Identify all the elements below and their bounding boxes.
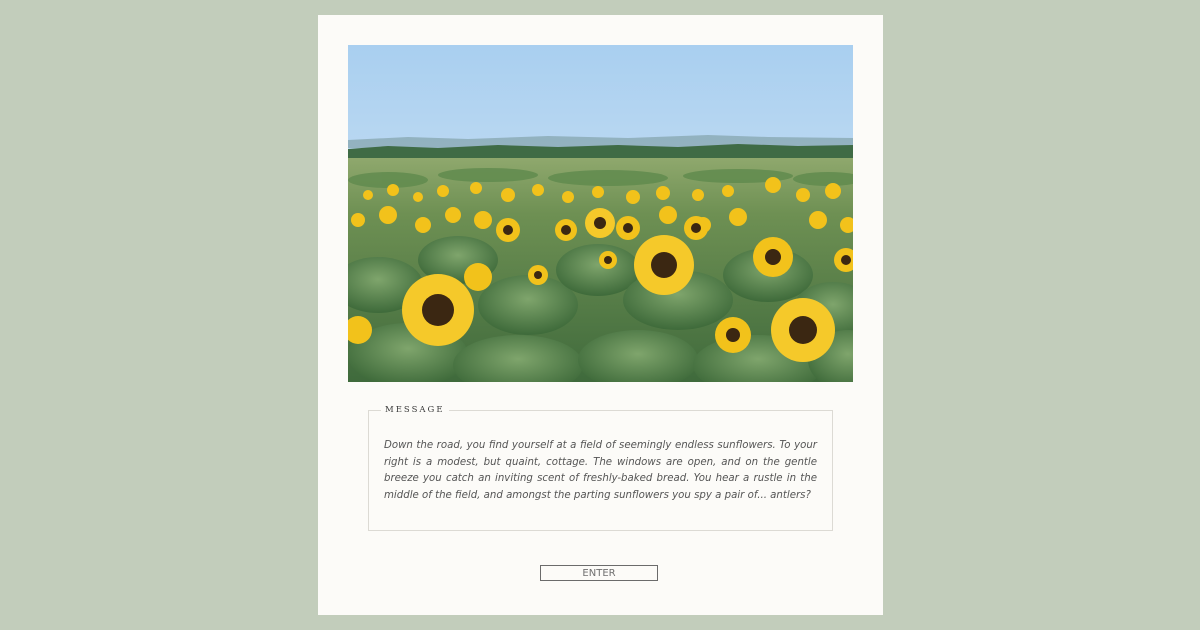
message-legend: MESSAGE <box>381 404 449 417</box>
message-box: MESSAGE Down the road, you find yourself… <box>368 404 833 531</box>
message-card: MESSAGE Down the road, you find yourself… <box>318 15 883 615</box>
message-text: Down the road, you find yourself at a fi… <box>384 440 817 501</box>
sunflower-field-photo <box>348 45 853 382</box>
enter-button[interactable]: ENTER <box>540 565 658 581</box>
